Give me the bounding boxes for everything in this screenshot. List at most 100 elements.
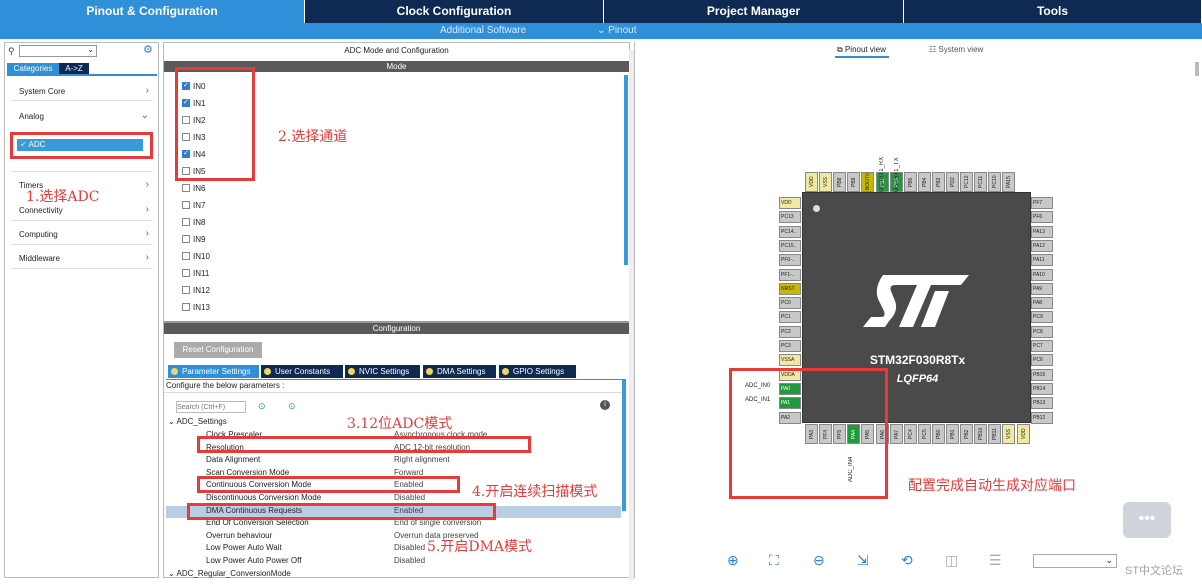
pin-top[interactable]: VSS <box>819 172 833 192</box>
param-row[interactable]: Overrun behaviour Overrun data preserved <box>166 531 621 543</box>
category-system-core[interactable]: System Core › <box>19 85 149 96</box>
tab-dma-settings[interactable]: DMA Settings <box>423 365 496 378</box>
info-icon[interactable]: i <box>600 400 610 410</box>
tab-nvic-settings[interactable]: NVIC Settings <box>345 365 420 378</box>
pin-right[interactable]: PC6 <box>1031 354 1053 367</box>
category-connectivity[interactable]: Connectivity › <box>19 204 149 215</box>
group-adc-regular-conversion-mode[interactable]: ⌄ ADC_Regular_ConversionMode <box>168 569 291 578</box>
channel-checkbox[interactable] <box>182 286 190 294</box>
channel-checkbox[interactable] <box>182 303 190 311</box>
channel-checkbox[interactable] <box>182 184 190 192</box>
pin-top[interactable]: VDD <box>805 172 818 192</box>
param-value[interactable]: Disabled <box>394 493 425 502</box>
pin-left[interactable]: VDD <box>779 197 801 209</box>
tab-a-z[interactable]: A->Z <box>59 63 89 74</box>
rotate-icon[interactable]: ⟲ <box>901 552 913 569</box>
channel-in7[interactable]: IN7 <box>182 198 205 212</box>
param-row[interactable]: Data Alignment Right alignment <box>166 455 621 467</box>
category-computing[interactable]: Computing › <box>19 228 149 239</box>
pin-right[interactable]: PB15 <box>1031 368 1053 381</box>
pin-right[interactable]: PA8 <box>1031 297 1053 310</box>
pin-bottom[interactable]: VSS <box>1002 424 1016 444</box>
gear-icon[interactable]: ⚙ <box>143 43 153 56</box>
pin-right[interactable]: PB13 <box>1031 397 1053 410</box>
channel-in13[interactable]: IN13 <box>182 300 210 314</box>
param-row[interactable]: Low Power Auto Power Off Disabled <box>166 556 621 568</box>
search-prev-icon[interactable]: ⊙ <box>258 401 266 412</box>
pin-top[interactable]: PD2 <box>946 172 959 192</box>
pin-right[interactable]: PB14 <box>1031 382 1053 395</box>
pin-right[interactable]: PB12 <box>1031 411 1053 424</box>
tab-project-manager[interactable]: Project Manager <box>604 0 904 23</box>
list-icon[interactable]: ☰ <box>989 552 1002 569</box>
pin-right[interactable]: PF6 <box>1031 211 1053 224</box>
pin-right[interactable]: PA12 <box>1031 239 1053 252</box>
tab-pinout-configuration[interactable]: Pinout & Configuration <box>0 0 305 23</box>
category-analog[interactable]: Analog ⌄ <box>19 110 149 121</box>
tab-pinout-view[interactable]: ⧉ Pinout view <box>837 45 886 55</box>
pin-bottom[interactable]: PB10 <box>974 424 988 444</box>
pin-top[interactable]: PB4 <box>917 172 931 192</box>
pin-right[interactable]: PC8 <box>1031 325 1053 338</box>
pin-left[interactable]: PC0 <box>779 297 801 310</box>
parameter-search-input[interactable] <box>176 401 246 413</box>
param-row[interactable]: Low Power Auto Wait Disabled <box>166 543 621 555</box>
channel-checkbox[interactable] <box>182 235 190 243</box>
pin-top[interactable]: PB9 <box>847 172 861 192</box>
pin-right[interactable]: PC7 <box>1031 340 1053 352</box>
channel-in12[interactable]: IN12 <box>182 283 210 297</box>
pin-top[interactable]: PB3 <box>931 172 945 192</box>
param-value[interactable]: Disabled <box>394 556 425 565</box>
channel-in11[interactable]: IN11 <box>182 266 209 280</box>
pin-left[interactable]: PC15.. <box>779 239 801 252</box>
pin-top[interactable]: PC11 <box>974 172 988 192</box>
pin-left[interactable]: PC3 <box>779 340 801 352</box>
tab-parameter-settings[interactable]: Parameter Settings <box>168 365 259 378</box>
chevron-down-icon[interactable]: ⌄ <box>87 45 94 54</box>
pin-bottom[interactable]: PC5 <box>917 424 931 444</box>
pin-left[interactable]: PC2 <box>779 325 801 338</box>
pinout-menu[interactable]: ⌄ Pinout <box>597 25 637 36</box>
channel-checkbox[interactable] <box>182 252 190 260</box>
param-value[interactable]: Right alignment <box>394 455 450 464</box>
pin-left[interactable]: NRST <box>779 282 801 295</box>
pin-top[interactable]: PC12 <box>960 172 974 192</box>
pin-right[interactable]: PA10 <box>1031 268 1053 281</box>
param-value[interactable]: Disabled <box>394 543 425 552</box>
pin-right[interactable]: PA11 <box>1031 254 1053 267</box>
pin-bottom[interactable]: PC4 <box>903 424 917 444</box>
fit-screen-icon[interactable]: ⛶ <box>769 552 779 569</box>
pin-top[interactable]: PB5 <box>903 172 917 192</box>
export-icon[interactable]: ⇲ <box>857 552 869 569</box>
pin-left[interactable]: PF0-.. <box>779 254 801 267</box>
pin-bottom[interactable]: VDD <box>1016 424 1030 444</box>
pinout-scrollbar[interactable] <box>1195 62 1199 76</box>
channel-in8[interactable]: IN8 <box>182 215 205 229</box>
tab-gpio-settings[interactable]: GPIO Settings <box>499 365 576 378</box>
category-search-input[interactable]: ⌄ <box>19 45 97 57</box>
category-middleware[interactable]: Middleware › <box>19 252 149 263</box>
pin-bottom[interactable]: PA7 <box>889 424 903 444</box>
pin-left[interactable]: PC13 <box>779 211 801 224</box>
channel-in10[interactable]: IN10 <box>182 249 210 263</box>
group-adc-settings[interactable]: ⌄ ADC_Settings <box>168 417 227 426</box>
pin-bottom[interactable]: PB0 <box>931 424 945 444</box>
pin-bottom[interactable]: PB1 <box>946 424 959 444</box>
zoom-out-icon[interactable]: ⊖ <box>813 552 825 569</box>
search-pin-dropdown[interactable]: ⌄ <box>1033 554 1117 568</box>
channel-checkbox[interactable] <box>182 201 190 209</box>
pin-left[interactable]: PF1-.. <box>779 268 801 281</box>
tab-system-view[interactable]: ☷ System view <box>929 45 983 54</box>
search-next-icon[interactable]: ⊙ <box>288 401 296 412</box>
pin-left[interactable]: VSSA <box>779 354 801 367</box>
channel-in6[interactable]: IN6 <box>182 181 205 195</box>
additional-software-menu[interactable]: Additional Software <box>440 25 526 36</box>
zoom-in-icon[interactable]: ⊕ <box>727 552 739 569</box>
mode-scrollbar[interactable] <box>624 75 628 265</box>
pin-top[interactable]: BOOT0 <box>861 172 875 192</box>
tab-tools[interactable]: Tools <box>904 0 1202 23</box>
reset-configuration-button[interactable]: Reset Configuration <box>174 342 262 358</box>
tab-user-constants[interactable]: User Constants <box>261 365 343 378</box>
channel-in9[interactable]: IN9 <box>182 232 205 246</box>
tab-clock-configuration[interactable]: Clock Configuration <box>305 0 604 23</box>
